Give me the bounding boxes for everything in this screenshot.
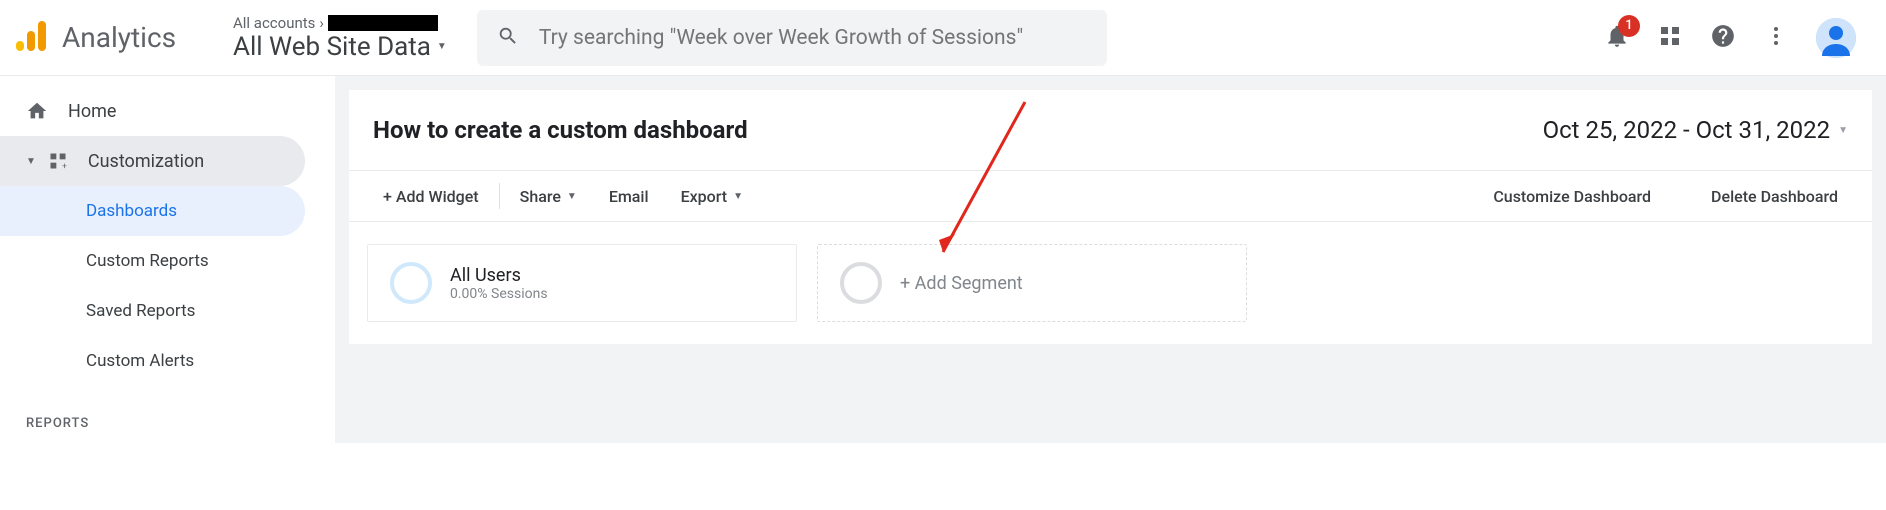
sidebar-customization-label: Customization [88, 151, 204, 172]
segment-circle-icon [390, 262, 432, 304]
add-segment-label: + Add Segment [900, 273, 1023, 294]
topbar-actions: 1 [1604, 18, 1876, 58]
sidebar-item-customization[interactable]: ▼ + Customization [0, 136, 305, 186]
search-input[interactable] [539, 26, 1087, 50]
search-icon [497, 25, 519, 51]
customization-icon: + [48, 151, 68, 171]
date-range-text: Oct 25, 2022 - Oct 31, 2022 [1543, 116, 1831, 144]
avatar[interactable] [1816, 18, 1856, 58]
delete-label: Delete Dashboard [1711, 187, 1838, 206]
caret-down-icon: ▼ [733, 191, 743, 202]
sidebar-item-dashboards[interactable]: Dashboards [0, 186, 305, 236]
add-widget-button[interactable]: + Add Widget [367, 187, 495, 206]
sidebar-item-home[interactable]: Home [0, 86, 305, 136]
logo-block[interactable]: Analytics [10, 19, 215, 57]
top-bar: Analytics All accounts › All Web Site Da… [0, 0, 1886, 76]
sidebar-item-label: Custom Alerts [86, 351, 194, 371]
caret-down-icon: ▼ [26, 156, 36, 167]
customize-dashboard-button[interactable]: Customize Dashboard [1477, 187, 1667, 206]
main-content: How to create a custom dashboard Oct 25,… [335, 76, 1886, 443]
view-name-row[interactable]: All Web Site Data ▼ [233, 32, 447, 62]
add-segment-button[interactable]: + Add Segment [817, 244, 1247, 322]
add-widget-label: + Add Widget [383, 187, 479, 206]
more-icon[interactable] [1764, 24, 1788, 52]
export-label: Export [681, 187, 728, 206]
email-label: Email [609, 187, 649, 206]
export-button[interactable]: Export ▼ [665, 187, 759, 206]
date-range-picker[interactable]: Oct 25, 2022 - Oct 31, 2022 ▼ [1543, 116, 1848, 144]
notifications-button[interactable]: 1 [1604, 23, 1630, 53]
product-name: Analytics [62, 21, 176, 54]
analytics-logo-icon [16, 19, 46, 57]
dashboard-header: How to create a custom dashboard Oct 25,… [349, 90, 1872, 170]
share-button[interactable]: Share ▼ [504, 187, 593, 206]
delete-dashboard-button[interactable]: Delete Dashboard [1695, 187, 1854, 206]
dashboard-title: How to create a custom dashboard [373, 116, 748, 144]
account-name-redacted [328, 15, 438, 31]
chevron-right-icon: › [319, 14, 324, 32]
sidebar-item-label: Dashboards [86, 201, 177, 221]
divider [499, 183, 500, 209]
dashboard-toolbar: + Add Widget Share ▼ Email Export ▼ Custom… [349, 170, 1872, 222]
svg-text:+: + [62, 162, 67, 172]
caret-down-icon: ▼ [437, 41, 447, 52]
notification-badge: 1 [1618, 15, 1640, 37]
email-button[interactable]: Email [593, 187, 665, 206]
segment-all-users[interactable]: All Users 0.00% Sessions [367, 244, 797, 322]
sidebar-home-label: Home [68, 101, 116, 122]
sidebar-item-custom-alerts[interactable]: Custom Alerts [0, 336, 305, 386]
help-icon[interactable] [1710, 23, 1736, 53]
sidebar: Home ▼ + Customization Dashboards Custom… [0, 76, 335, 443]
segment-circle-icon [840, 262, 882, 304]
sidebar-item-custom-reports[interactable]: Custom Reports [0, 236, 305, 286]
segment-subtitle: 0.00% Sessions [450, 286, 548, 302]
home-icon [26, 100, 48, 122]
breadcrumb: All accounts › [233, 14, 447, 32]
caret-down-icon: ▼ [1838, 125, 1848, 136]
apps-icon[interactable] [1658, 24, 1682, 52]
customize-label: Customize Dashboard [1493, 187, 1651, 206]
sidebar-item-label: Custom Reports [86, 251, 209, 271]
reports-section-header: REPORTS [0, 386, 335, 443]
account-selector[interactable]: All accounts › All Web Site Data ▼ [233, 14, 447, 62]
segments-row: All Users 0.00% Sessions + Add Segment [349, 222, 1872, 344]
share-label: Share [520, 187, 561, 206]
search-box[interactable] [477, 10, 1107, 66]
segment-title: All Users [450, 265, 548, 286]
sidebar-item-saved-reports[interactable]: Saved Reports [0, 286, 305, 336]
sidebar-item-label: Saved Reports [86, 301, 195, 321]
caret-down-icon: ▼ [567, 191, 577, 202]
breadcrumb-prefix: All accounts [233, 14, 315, 32]
view-name: All Web Site Data [233, 32, 431, 62]
